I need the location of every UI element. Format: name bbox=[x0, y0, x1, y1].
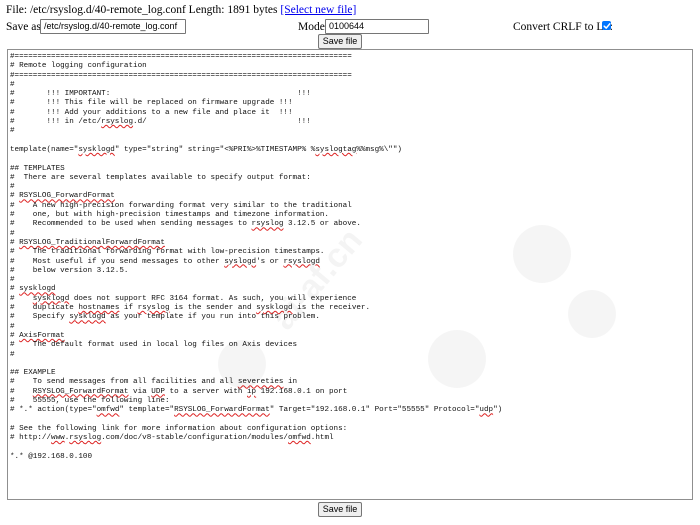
file-options-row: Save as: /etc/rsyslog.d/40-remote_log.co… bbox=[6, 19, 696, 35]
crlf-label: Convert CRLF to LF: bbox=[513, 21, 613, 33]
mode-input[interactable]: 0100644 bbox=[325, 19, 429, 34]
file-content-textarea[interactable]: ai-af.cn #==============================… bbox=[7, 49, 693, 500]
file-info-text: File: /etc/rsyslog.d/40-remote_log.conf … bbox=[6, 4, 281, 16]
file-info-line: File: /etc/rsyslog.d/40-remote_log.conf … bbox=[6, 4, 356, 16]
file-content-text: #=======================================… bbox=[10, 53, 503, 461]
save-file-button-top[interactable]: Save file bbox=[318, 34, 362, 49]
save-as-input[interactable]: /etc/rsyslog.d/40-remote_log.conf bbox=[40, 19, 186, 34]
crlf-checkbox[interactable] bbox=[602, 21, 611, 30]
save-file-button-bottom[interactable]: Save file bbox=[318, 502, 362, 517]
save-as-label: Save as: bbox=[6, 21, 45, 33]
select-new-file-link[interactable]: [Select new file] bbox=[280, 4, 356, 16]
mode-label: Mode: bbox=[298, 21, 329, 33]
file-editor-page: File: /etc/rsyslog.d/40-remote_log.conf … bbox=[0, 0, 700, 525]
checkmark-icon bbox=[602, 22, 611, 29]
